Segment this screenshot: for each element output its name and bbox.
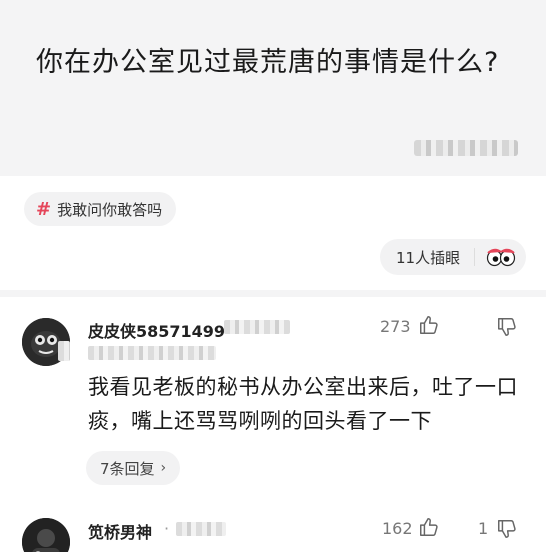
avatar-image	[22, 518, 70, 552]
divider	[474, 248, 475, 266]
dislike-count: 1	[478, 519, 489, 538]
avatar[interactable]	[22, 518, 70, 552]
watch-count: 11人插眼	[396, 249, 461, 267]
blurred-author	[414, 140, 518, 156]
question-card: 你在办公室见过最荒唐的事情是什么?	[0, 0, 546, 176]
chevron-right-icon: ›	[160, 460, 167, 476]
thumbs-down-icon[interactable]	[496, 518, 518, 540]
watch-button[interactable]: 11人插眼	[380, 239, 526, 275]
blurred-user-meta	[88, 346, 216, 360]
thumbs-up-icon[interactable]	[418, 516, 440, 538]
comment-text: 我看见老板的秘书从办公室出来后，吐了一口痰，嘴上还骂骂咧咧的回头看了一下	[88, 375, 518, 433]
section-divider	[0, 290, 546, 297]
blurred-user-info	[224, 320, 290, 334]
comment-username[interactable]: 笕桥男神	[88, 519, 152, 543]
like-count: 273	[380, 317, 411, 336]
eyes-icon	[486, 248, 516, 267]
blurred-user-info	[176, 522, 226, 536]
comment-username[interactable]: 皮皮侠58571499	[88, 318, 225, 342]
thumbs-up-icon[interactable]	[418, 314, 440, 336]
like-count: 162	[382, 519, 413, 538]
blurred-avatar-badge	[58, 341, 70, 361]
replies-button[interactable]: 7条回复 ›	[86, 451, 181, 485]
hashtag-icon: #	[36, 198, 52, 220]
thumbs-down-icon[interactable]	[496, 316, 518, 338]
question-title[interactable]: 你在办公室见过最荒唐的事情是什么?	[36, 44, 506, 82]
topic-tag[interactable]: # 我敢问你敢答吗	[24, 192, 177, 226]
name-separator: ·	[164, 519, 170, 538]
topic-label: 我敢问你敢答吗	[57, 200, 163, 219]
replies-label: 7条回复	[100, 459, 155, 478]
